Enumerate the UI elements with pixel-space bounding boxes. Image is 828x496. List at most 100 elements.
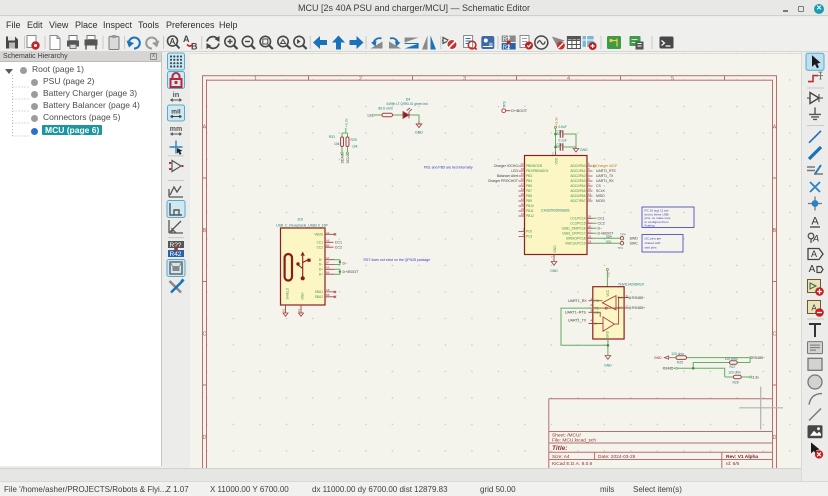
svg-text:KiCad E.D.A. 8.0.6: KiCad E.D.A. 8.0.6 <box>552 461 593 467</box>
svg-text:mm: mm <box>170 126 182 133</box>
svg-text:22: 22 <box>521 202 525 206</box>
svg-text:PB6: PB6 <box>526 184 532 188</box>
svg-text:VCC: VCC <box>606 289 610 296</box>
svg-text:RS485+: RS485+ <box>632 306 645 310</box>
svg-text:SDA: SDA <box>606 234 612 238</box>
svg-text:PB4: PB4 <box>526 179 532 183</box>
svg-text:PB7: PB7 <box>526 189 532 193</box>
svg-text:1: 1 <box>254 76 257 82</box>
svg-text:4: 4 <box>567 76 570 82</box>
svg-text:A: A <box>811 249 817 259</box>
svg-text:VBUS: VBUS <box>314 233 323 237</box>
svg-text:USB1_DP/PC17: USB1_DP/PC17 <box>562 231 586 235</box>
svg-text:26: 26 <box>588 224 592 228</box>
svg-text:MOSI: MOSI <box>596 199 605 203</box>
svg-text:THVD1420DRLR: THVD1420DRLR <box>618 283 645 287</box>
svg-text:UART1~RTS: UART1~RTS <box>565 310 587 314</box>
svg-text:TP1: TP1 <box>618 246 624 250</box>
svg-text:ADC2/PA2: ADC2/PA2 <box>570 174 585 178</box>
svg-text:UART1_RX: UART1_RX <box>596 179 614 183</box>
svg-text:GND: GND <box>580 148 588 152</box>
svg-text:GND: GND <box>604 363 612 367</box>
svg-text:D+: D+ <box>319 272 323 276</box>
svg-text:SWDIO/PC18: SWDIO/PC18 <box>566 236 586 240</box>
svg-text:UART1_RTS: UART1_RTS <box>596 169 616 173</box>
svg-text:GND: GND <box>654 356 662 360</box>
svg-text:0.1uF: 0.1uF <box>559 138 567 142</box>
svg-text:17: 17 <box>521 182 525 186</box>
svg-text:I2C pins are: I2C pins are <box>645 237 662 241</box>
svg-text:mil: mil <box>171 109 181 116</box>
svg-text:USB_C_Receptacle_USB2.0_16P: USB_C_Receptacle_USB2.0_16P <box>276 223 328 227</box>
svg-text:A5: A5 <box>326 239 330 243</box>
svg-text:R25: R25 <box>677 360 683 364</box>
svg-text:0.5uF: 0.5uF <box>559 125 567 129</box>
svg-text:SBU1: SBU1 <box>315 290 324 294</box>
svg-text:B8: B8 <box>326 293 330 297</box>
svg-text:23: 23 <box>521 207 525 211</box>
svg-text:PB1 and PB5 are tied internall: PB1 and PB5 are tied internally <box>424 166 473 170</box>
svg-text:120 ohm: 120 ohm <box>728 371 741 375</box>
svg-text:D+: D+ <box>319 268 323 272</box>
svg-text:Date: 2024-03-29: Date: 2024-03-29 <box>598 454 636 460</box>
svg-text:B: B <box>203 228 207 234</box>
svg-text:+3.3v: +3.3v <box>344 118 348 127</box>
svg-text:RST does not exist on the QFN2: RST does not exist on the QFN28 package <box>364 258 431 262</box>
svg-text:10k: 10k <box>352 145 358 149</box>
svg-text:15: 15 <box>521 172 525 176</box>
svg-text:16: 16 <box>521 177 525 181</box>
svg-text:ADC4/PA4: ADC4/PA4 <box>570 184 585 188</box>
svg-text:PB0/NOCB: PB0/NOCB <box>526 164 542 168</box>
svg-text:A1: A1 <box>297 308 301 312</box>
svg-text:CC2: CC2 <box>317 245 324 249</box>
svg-text:120 ohm: 120 ohm <box>725 357 738 361</box>
svg-text:ADC1/PA1: ADC1/PA1 <box>570 169 585 173</box>
svg-text:Charger IADP: Charger IADP <box>596 164 618 168</box>
svg-text:UART1_TX: UART1_TX <box>596 174 614 178</box>
svg-text:A: A <box>812 234 819 245</box>
svg-text:CC2: CC2 <box>335 245 342 249</box>
svg-text:5: 5 <box>671 76 674 82</box>
svg-text:VDD: VDD <box>555 157 559 164</box>
svg-text:B7: B7 <box>326 261 330 265</box>
svg-text:A8: A8 <box>326 288 330 292</box>
svg-text:Charger PROCHOT: Charger PROCHOT <box>488 179 518 183</box>
svg-text:PB11: PB11 <box>526 209 534 213</box>
svg-text:A: A <box>203 125 207 131</box>
svg-text:LED: LED <box>511 169 518 173</box>
svg-text:MISO: MISO <box>596 194 605 198</box>
svg-text:A: A <box>809 264 816 275</box>
svg-text:PB1/PB5/ADC9: PB1/PB5/ADC9 <box>526 169 549 173</box>
svg-text:SCL: SCL <box>606 239 612 243</box>
svg-text:Id: 6/6: Id: 6/6 <box>726 461 740 467</box>
svg-text:ADC7/PA7: ADC7/PA7 <box>570 199 585 203</box>
svg-text:LED: LED <box>368 114 375 118</box>
svg-text:A: A <box>773 125 777 131</box>
svg-text:D+/BOOT: D+/BOOT <box>511 109 528 113</box>
svg-text:in: in <box>173 90 180 99</box>
svg-text:Charger IOCHG: Charger IOCHG <box>494 164 519 168</box>
svg-text:80.6 ohm: 80.6 ohm <box>378 106 392 110</box>
svg-text:2: 2 <box>359 76 362 82</box>
svg-text:GND: GND <box>550 269 558 273</box>
svg-text:C35: C35 <box>556 130 562 134</box>
svg-text:PB9: PB9 <box>526 199 532 203</box>
svg-text:A: A <box>170 37 176 46</box>
svg-text:Balancer Alert: Balancer Alert <box>497 174 518 178</box>
svg-text:D−: D− <box>319 263 323 267</box>
svg-text:+5v: +5v <box>606 272 610 278</box>
svg-text:A: A <box>183 34 190 44</box>
svg-text:D+/BOOT: D+/BOOT <box>343 270 360 274</box>
svg-text:A: A <box>811 216 819 228</box>
svg-text:PC3: PC3 <box>526 235 532 239</box>
svg-text:GND: GND <box>605 330 609 338</box>
svg-text:B5: B5 <box>326 243 330 247</box>
svg-text:C36: C36 <box>556 143 562 147</box>
svg-text:0499b LT Q99G.01 green led: 0499b LT Q99G.01 green led <box>386 102 427 106</box>
svg-text:floating: floating <box>645 224 655 228</box>
svg-text:CC1/PC14: CC1/PC14 <box>570 217 585 221</box>
svg-text:PB3: PB3 <box>526 174 532 178</box>
svg-text:B: B <box>773 228 777 234</box>
svg-text:shared with: shared with <box>645 241 661 245</box>
svg-text:PC0: PC0 <box>526 230 532 234</box>
